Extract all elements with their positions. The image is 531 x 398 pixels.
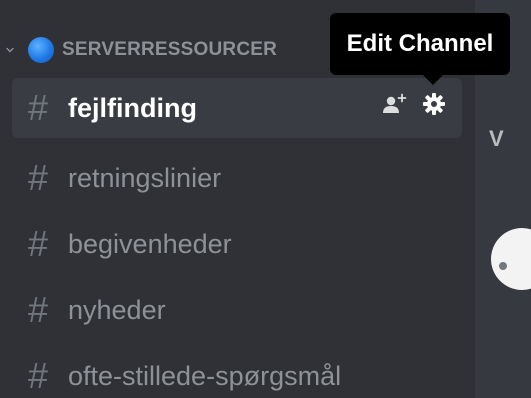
channel-name: nyheder [68, 294, 166, 325]
hash-icon: # [28, 157, 49, 198]
channel-item-retningslinier[interactable]: # retningslinier [12, 148, 462, 208]
channel-name: fejlfinding [68, 92, 197, 123]
gear-icon[interactable] [422, 92, 446, 121]
category-label: SERVERRESSOURCER [62, 39, 278, 60]
welcome-text-fragment: V [489, 126, 504, 151]
channel-name: retningslinier [68, 162, 222, 193]
category-header[interactable]: SERVERRESSOURCER [0, 30, 277, 70]
discord-window: SERVERRESSOURCER # fejlfinding # retning… [0, 0, 531, 398]
channel-actions [382, 92, 446, 121]
channel-item-ofte-stillede-spoergsmaal[interactable]: # ofte-stillede-spørgsmål [12, 346, 462, 398]
hash-icon: # [28, 223, 49, 264]
channel-item-nyheder[interactable]: # nyheder [12, 280, 462, 340]
channel-item-begivenheder[interactable]: # begivenheder [12, 214, 462, 274]
avatar [491, 228, 531, 290]
channel-name: ofte-stillede-spørgsmål [68, 360, 342, 391]
add-user-icon[interactable] [382, 93, 408, 120]
server-dot-icon [28, 37, 54, 63]
edit-channel-tooltip: Edit Channel [330, 13, 510, 85]
tooltip-text: Edit Channel [346, 30, 494, 57]
hash-icon: # [28, 87, 49, 128]
hash-icon: # [28, 289, 49, 330]
avatar-dot [499, 262, 507, 270]
chevron-down-icon[interactable] [4, 44, 16, 56]
channel-item-fejlfinding[interactable]: # fejlfinding [12, 78, 462, 138]
channel-name: begivenheder [68, 228, 232, 259]
hash-icon: # [28, 355, 49, 396]
tooltip-arrow [423, 75, 443, 85]
